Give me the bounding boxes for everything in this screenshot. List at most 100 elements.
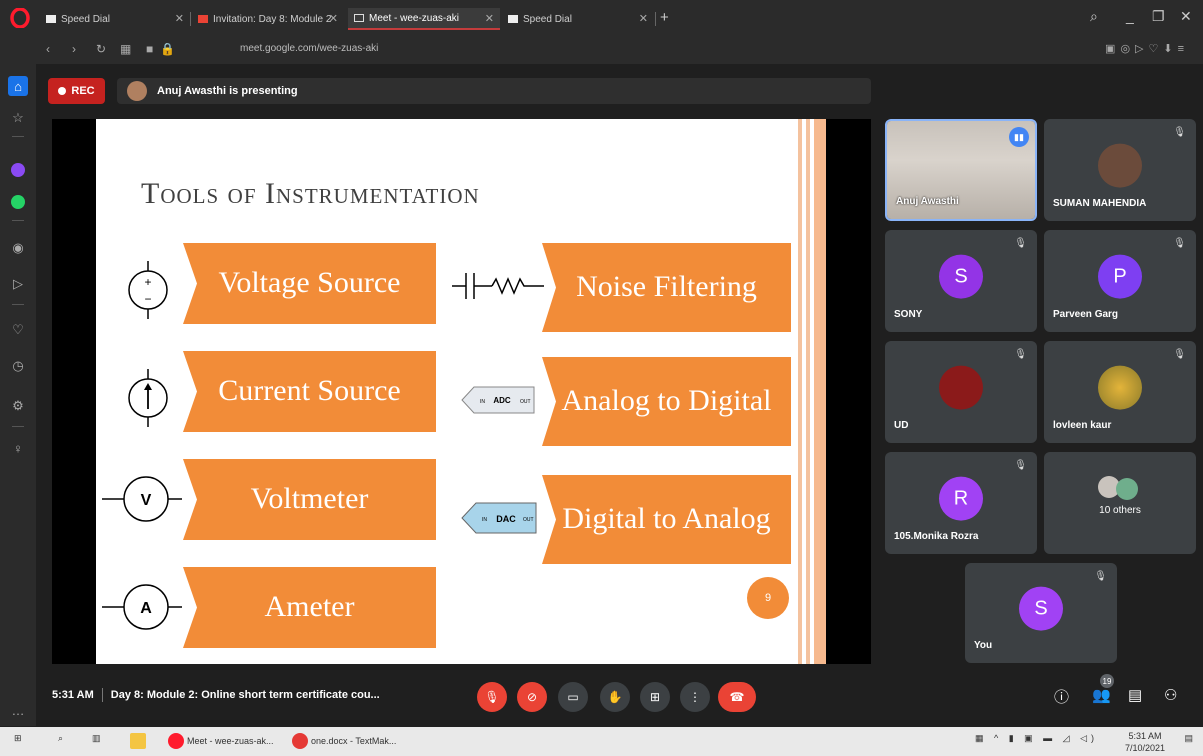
speaking-indicator-icon: ▮▮: [1009, 127, 1029, 147]
tab-invitation[interactable]: Invitation: Day 8: Module 2 ✕: [192, 8, 344, 30]
raise-hand-button[interactable]: ✋: [600, 682, 630, 712]
minimize-button[interactable]: _: [1126, 8, 1134, 24]
avatar: [1116, 478, 1138, 500]
participant-tile-monika[interactable]: 🎙 R 105.Monika Rozra: [885, 452, 1037, 554]
participant-tile-parveen[interactable]: 🎙 P Parveen Garg: [1044, 230, 1196, 332]
speed-dial-icon[interactable]: ☆: [8, 108, 28, 128]
meet-tab-icon: [354, 14, 364, 22]
tab-speed-dial-2[interactable]: Speed Dial ✕: [502, 8, 654, 30]
close-icon[interactable]: ✕: [639, 12, 648, 25]
mic-off-icon: 🎙: [1173, 127, 1186, 138]
mic-off-icon: 🎙: [484, 690, 500, 704]
svg-text:OUT: OUT: [523, 517, 534, 523]
participant-tile-ud[interactable]: 🎙 UD: [885, 341, 1037, 443]
restore-button[interactable]: ❐: [1152, 8, 1165, 25]
messenger-icon[interactable]: [8, 160, 28, 180]
opera-sidebar: ⌂ ☆ ◉ ▷ ♡ ◷ ⚙ ♀ …: [0, 36, 36, 726]
analog-to-digital-box: Analog to Digital: [542, 357, 791, 446]
lightbulb-icon[interactable]: ♀: [8, 438, 28, 458]
participant-tile-anuj[interactable]: ▮▮ Anuj Awasthi: [885, 119, 1037, 221]
taskbar-clock[interactable]: 5:31 AM 7/10/2021: [1125, 730, 1165, 754]
mic-toggle-button[interactable]: 🎙: [477, 682, 507, 712]
history-icon[interactable]: ◷: [8, 356, 28, 376]
participant-name: UD: [894, 420, 909, 431]
more-options-button[interactable]: ⋮: [680, 682, 710, 712]
voltage-source-icon: + −: [128, 261, 168, 319]
meeting-time: 5:31 AM: [52, 688, 94, 701]
new-tab-button[interactable]: +: [660, 9, 669, 26]
leave-call-button[interactable]: ☎: [718, 682, 756, 712]
voltmeter-icon: V: [102, 476, 182, 522]
forward-icon[interactable]: ›: [72, 42, 76, 56]
avatar: P: [1098, 254, 1142, 299]
tab-speed-dial-1[interactable]: Speed Dial ✕: [40, 8, 190, 30]
current-source-icon: [128, 369, 168, 427]
windows-start-icon[interactable]: ⊞: [14, 733, 22, 744]
present-button[interactable]: ⊞: [640, 682, 670, 712]
task-view-icon[interactable]: ▥: [92, 733, 101, 744]
close-icon[interactable]: ✕: [329, 12, 338, 25]
taskbar-item-textmaker[interactable]: one.docx - TextMak...: [292, 733, 396, 749]
people-icon[interactable]: 👥: [1092, 686, 1111, 704]
whatsapp-icon[interactable]: [8, 192, 28, 212]
meeting-info-icon[interactable]: ⓘ: [1054, 686, 1069, 707]
camera-toggle-button[interactable]: ⊘: [517, 682, 547, 712]
mic-off-icon: 🎙: [1094, 571, 1107, 582]
slide-page-number: 9: [747, 577, 789, 619]
notifications-icon[interactable]: ▤: [1184, 733, 1193, 744]
captions-button[interactable]: ▭: [558, 682, 588, 712]
mic-off-icon: 🎙: [1014, 349, 1027, 360]
present-icon: ⊞: [649, 690, 661, 704]
close-icon[interactable]: ✕: [175, 12, 184, 25]
player-icon[interactable]: ◉: [8, 238, 28, 258]
taskbar-item-label: one.docx - TextMak...: [311, 736, 397, 746]
participant-tile-suman[interactable]: 🎙 SUMAN MAHENDIA: [1044, 119, 1196, 221]
rc-filter-icon: [452, 273, 544, 299]
svg-text:+: +: [144, 275, 151, 289]
more-vert-icon: ⋮: [689, 690, 701, 704]
opera-logo-icon[interactable]: [10, 8, 30, 28]
participant-tile-lovleen[interactable]: 🎙 lovleen kaur: [1044, 341, 1196, 443]
heart-icon[interactable]: ♡: [8, 320, 28, 340]
address-tools-icon[interactable]: ▣◎▷♡⬇≡: [1105, 42, 1189, 55]
flow-icon[interactable]: ▷: [8, 274, 28, 294]
participant-name: SUMAN MAHENDIA: [1053, 198, 1147, 209]
ammeter-box: Ameter: [183, 567, 436, 648]
search-tabs-icon[interactable]: ⌕: [1090, 8, 1098, 25]
slide-decoration: [794, 119, 826, 664]
participant-tile-others[interactable]: 10 others: [1044, 452, 1196, 554]
file-explorer-icon[interactable]: [130, 733, 149, 749]
reload-icon[interactable]: ↻: [96, 42, 106, 56]
taskbar-item-meet[interactable]: Meet - wee-zuas-ak...: [168, 733, 274, 749]
more-icon[interactable]: …: [8, 700, 28, 720]
participant-tile-you[interactable]: 🎙 S You: [965, 563, 1117, 663]
tab-meet[interactable]: Meet - wee-zuas-aki ✕: [348, 8, 500, 30]
presentation-area: Tools of Instrumentation + − V A Voltage…: [52, 119, 871, 664]
hand-icon: ✋: [607, 690, 623, 704]
settings-icon[interactable]: ⚙: [8, 396, 28, 416]
speed-dial-icon: [508, 15, 518, 23]
participant-tile-sony[interactable]: 🎙 S SONY: [885, 230, 1037, 332]
url-field[interactable]: meet.google.com/wee-zuas-aki: [240, 43, 378, 54]
camera-icon[interactable]: ■: [146, 42, 153, 56]
svg-text:OUT: OUT: [520, 399, 531, 405]
close-icon[interactable]: ✕: [485, 12, 494, 25]
close-window-button[interactable]: ✕: [1180, 8, 1192, 25]
home-icon[interactable]: ⌂: [8, 76, 28, 96]
voltmeter-box: Voltmeter: [183, 459, 436, 540]
system-tray-icons[interactable]: ▦ ^ ▮ ▣ ▬ ◿ ◁): [975, 733, 1098, 744]
rec-label: REC: [71, 85, 95, 97]
back-icon[interactable]: ‹: [46, 42, 50, 56]
chat-icon[interactable]: ▤: [1128, 686, 1142, 704]
svg-text:IN: IN: [480, 399, 485, 405]
address-bar: ‹ › ↻ ▦ ■ 🔒 meet.google.com/wee-zuas-aki…: [36, 36, 1203, 64]
current-source-box: Current Source: [183, 351, 436, 432]
activities-icon[interactable]: ⚇: [1164, 686, 1177, 704]
slide: Tools of Instrumentation + − V A Voltage…: [96, 119, 826, 664]
participant-name: lovleen kaur: [1053, 420, 1112, 431]
avatar: [939, 365, 983, 410]
search-icon[interactable]: ⌕: [58, 733, 63, 744]
tabs-grid-icon[interactable]: ▦: [120, 42, 131, 56]
tab-label: Meet - wee-zuas-aki: [369, 12, 460, 24]
slide-title: Tools of Instrumentation: [141, 177, 480, 210]
